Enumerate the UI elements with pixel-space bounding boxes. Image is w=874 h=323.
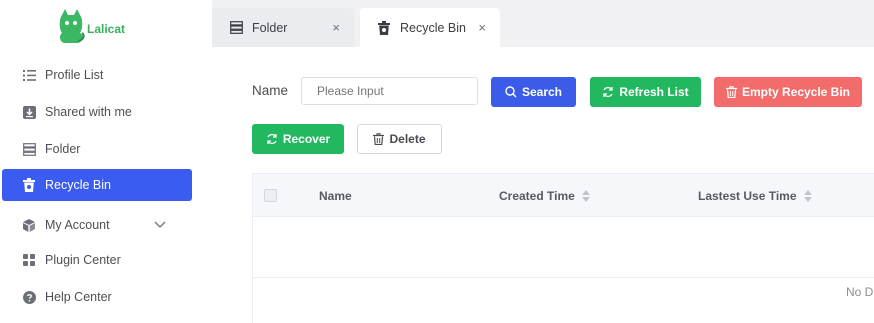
select-all-checkbox[interactable] bbox=[264, 189, 277, 202]
delete-button[interactable]: Delete bbox=[357, 124, 442, 154]
grid-icon bbox=[22, 253, 36, 267]
download-box-icon bbox=[22, 105, 36, 119]
empty-state-text: No Data bbox=[846, 285, 874, 299]
cubes-icon bbox=[22, 218, 36, 232]
close-icon[interactable]: × bbox=[478, 20, 486, 35]
cat-logo-icon bbox=[59, 9, 85, 43]
sort-caret-icon[interactable] bbox=[803, 189, 812, 202]
app-logo-text: Lalicat bbox=[87, 22, 126, 36]
sidebar-item-label: Plugin Center bbox=[45, 253, 121, 267]
sidebar-item-label: Folder bbox=[45, 142, 81, 156]
recycle-bin-table: Name Created Time Lastest Use Time No Da… bbox=[252, 173, 874, 323]
column-header-created-time[interactable]: Created Time bbox=[499, 174, 590, 217]
refresh-icon bbox=[602, 86, 614, 98]
tab-label: Recycle Bin bbox=[400, 21, 466, 35]
sidebar: Lalicat Profile List Shared with me Fold… bbox=[0, 0, 212, 323]
name-filter-label: Name bbox=[252, 83, 289, 98]
sidebar-item-plugin-center[interactable]: Plugin Center bbox=[2, 244, 192, 276]
sidebar-item-label: Recycle Bin bbox=[45, 178, 111, 192]
sidebar-item-label: Shared with me bbox=[45, 105, 132, 119]
empty-button-label: Empty Recycle Bin bbox=[741, 85, 851, 99]
close-icon[interactable]: × bbox=[332, 20, 340, 35]
sidebar-item-profile-list[interactable]: Profile List bbox=[2, 59, 192, 91]
empty-table-row: No Data bbox=[253, 218, 874, 299]
table-header: Name Created Time Lastest Use Time bbox=[253, 174, 874, 217]
folder-stack-icon bbox=[22, 142, 36, 156]
recover-button-label: Recover bbox=[282, 132, 331, 146]
search-button-label: Search bbox=[521, 85, 563, 99]
trash-bin-icon bbox=[378, 21, 392, 35]
sidebar-item-recycle-bin[interactable]: Recycle Bin bbox=[2, 169, 192, 201]
empty-recycle-bin-button[interactable]: Empty Recycle Bin bbox=[714, 77, 862, 107]
sidebar-item-my-account[interactable]: My Account bbox=[2, 209, 192, 241]
refresh-list-button[interactable]: Refresh List bbox=[590, 77, 701, 107]
tab-label: Folder bbox=[252, 20, 288, 35]
question-circle-icon bbox=[22, 290, 36, 304]
column-header-last-use-time[interactable]: Lastest Use Time bbox=[698, 174, 812, 217]
sidebar-item-folder[interactable]: Folder bbox=[2, 133, 192, 165]
recover-button[interactable]: Recover bbox=[252, 124, 344, 154]
trash-icon bbox=[725, 86, 737, 98]
sidebar-item-label: My Account bbox=[45, 218, 110, 232]
refresh-button-label: Refresh List bbox=[619, 85, 689, 99]
trash-icon bbox=[373, 133, 385, 145]
sort-caret-icon[interactable] bbox=[581, 189, 590, 202]
chevron-down-icon[interactable] bbox=[154, 218, 166, 232]
tab-recycle-bin[interactable]: Recycle Bin × bbox=[360, 8, 500, 48]
search-button[interactable]: Search bbox=[491, 77, 576, 107]
column-header-name: Name bbox=[319, 188, 352, 203]
delete-button-label: Delete bbox=[389, 132, 426, 146]
sidebar-item-label: Profile List bbox=[45, 68, 104, 82]
sidebar-item-help-center[interactable]: Help Center bbox=[2, 281, 192, 313]
tab-folder[interactable]: Folder × bbox=[212, 8, 354, 47]
app-logo[interactable]: Lalicat bbox=[56, 6, 125, 48]
sidebar-item-label: Help Center bbox=[45, 290, 112, 304]
search-icon bbox=[505, 86, 517, 98]
refresh-icon bbox=[266, 133, 278, 145]
folder-stack-icon bbox=[230, 21, 244, 35]
name-search-input[interactable] bbox=[301, 77, 478, 105]
sidebar-item-shared-with-me[interactable]: Shared with me bbox=[2, 96, 192, 128]
trash-bin-icon bbox=[22, 178, 36, 192]
list-icon bbox=[22, 68, 36, 82]
